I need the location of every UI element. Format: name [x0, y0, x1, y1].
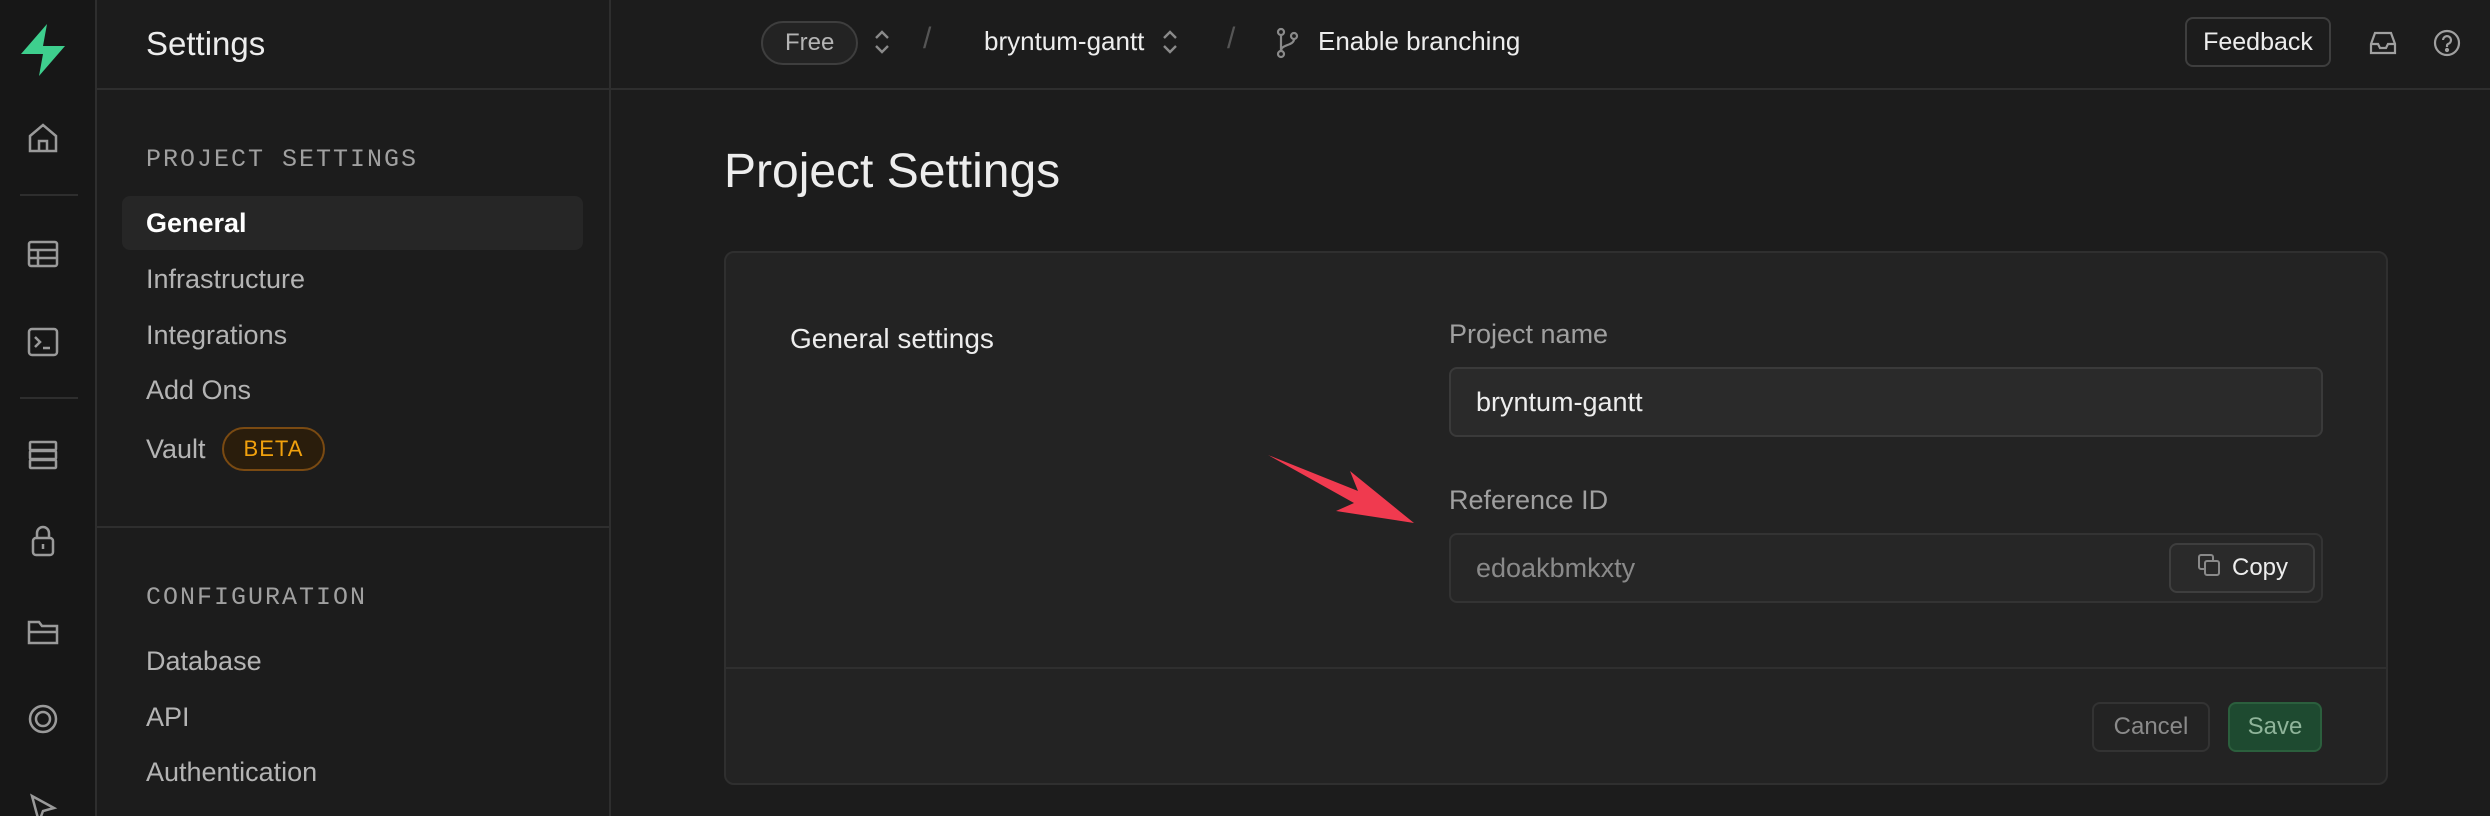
general-settings-card: General settings Project name bryntum-ga…: [724, 251, 2388, 785]
reference-id-input[interactable]: edoakbmkxty Copy: [1449, 533, 2323, 603]
section-label: General settings: [790, 323, 994, 354]
database-icon[interactable]: [24, 436, 62, 474]
help-icon[interactable]: [2432, 28, 2462, 63]
chevron-up-down-icon[interactable]: [873, 28, 891, 61]
breadcrumb-separator: /: [1227, 22, 1236, 55]
sidebar-item-api[interactable]: API: [122, 690, 583, 744]
sidebar-item-integrations[interactable]: Integrations: [122, 308, 583, 362]
sidebar-item-vault-label: Vault: [146, 433, 206, 464]
beta-badge: BETA: [221, 427, 326, 471]
card-footer-divider: [726, 667, 2386, 669]
realtime-icon[interactable]: [24, 700, 62, 738]
cancel-button[interactable]: Cancel: [2092, 702, 2210, 752]
auth-lock-icon[interactable]: [24, 522, 62, 560]
page-title: Project Settings: [724, 145, 1061, 198]
reference-id-label: Reference ID: [1449, 485, 1609, 515]
annotation-arrow-icon: [1266, 451, 1416, 532]
inbox-icon[interactable]: [2368, 28, 2398, 63]
project-selector[interactable]: bryntum-gantt: [984, 26, 1144, 57]
supabase-logo-icon[interactable]: [17, 22, 69, 78]
home-icon[interactable]: [24, 119, 62, 157]
icon-rail: [0, 0, 97, 816]
breadcrumb-separator: /: [923, 22, 932, 55]
enable-branching-link[interactable]: Enable branching: [1318, 26, 1520, 57]
chevron-up-down-icon[interactable]: [1161, 28, 1179, 61]
settings-sidebar: Settings PROJECT SETTINGS General Infras…: [97, 0, 611, 816]
rail-divider: [20, 194, 78, 196]
top-bar: Free / bryntum-gantt / Enable branching …: [611, 0, 2490, 90]
table-editor-icon[interactable]: [24, 235, 62, 273]
sidebar-item-infrastructure[interactable]: Infrastructure: [122, 252, 583, 306]
configuration-heading: CONFIGURATION: [146, 583, 368, 612]
project-name-input[interactable]: bryntum-gantt: [1449, 367, 2323, 437]
rail-divider: [20, 397, 78, 399]
sidebar-item-authentication[interactable]: Authentication: [122, 745, 583, 799]
sidebar-item-general[interactable]: General: [122, 196, 583, 250]
sidebar-divider: [97, 526, 609, 528]
sidebar-item-add-ons[interactable]: Add Ons: [122, 363, 583, 417]
feedback-button[interactable]: Feedback: [2185, 17, 2331, 67]
project-settings-heading: PROJECT SETTINGS: [146, 145, 419, 174]
sidebar-item-vault[interactable]: Vault BETA: [122, 422, 583, 476]
git-branch-icon: [1273, 26, 1301, 65]
save-button[interactable]: Save: [2228, 702, 2322, 752]
storage-icon[interactable]: [24, 612, 62, 650]
plan-badge[interactable]: Free: [761, 21, 859, 65]
copy-icon: [2196, 552, 2222, 585]
sidebar-title: Settings: [97, 0, 609, 90]
copy-button[interactable]: Copy: [2169, 543, 2315, 593]
reference-id-value: edoakbmkxty: [1476, 552, 1636, 583]
project-name-label: Project name: [1449, 319, 1609, 349]
sidebar-item-database[interactable]: Database: [122, 634, 583, 688]
copy-label: Copy: [2231, 554, 2289, 581]
cursor-icon[interactable]: [24, 790, 62, 816]
sql-editor-icon[interactable]: [24, 323, 62, 361]
